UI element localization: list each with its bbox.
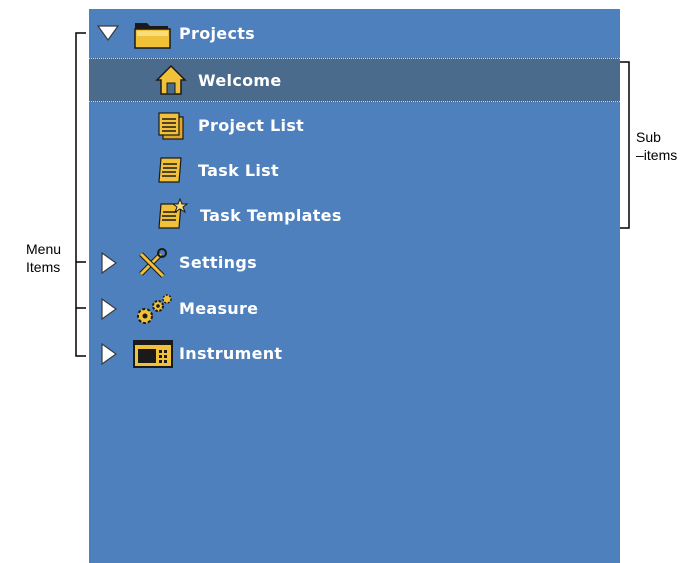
menu-item-projects-label: Projects <box>179 23 256 43</box>
subitem-task-list-label: Task List <box>198 160 279 180</box>
instrument-icon <box>133 340 173 368</box>
collapsed-triangle-icon[interactable] <box>101 252 117 274</box>
menu-items-annotation-line2: Items <box>26 259 61 275</box>
subitem-task-list[interactable]: Task List <box>89 148 620 192</box>
subitem-welcome[interactable]: Welcome <box>89 58 620 102</box>
expanded-triangle-icon[interactable] <box>97 25 119 41</box>
task-templates-icon <box>158 198 189 229</box>
tools-icon <box>139 248 167 278</box>
subitem-welcome-label: Welcome <box>198 70 282 90</box>
menu-item-instrument[interactable]: Instrument <box>89 331 620 375</box>
sub-items-annotation: Sub –items <box>636 128 677 164</box>
gears-icon <box>137 294 172 324</box>
subitem-project-list-label: Project List <box>198 115 305 135</box>
menu-item-measure[interactable]: Measure <box>89 286 620 330</box>
collapsed-triangle-icon[interactable] <box>101 298 117 320</box>
menu-item-projects[interactable]: Projects <box>89 11 620 55</box>
collapsed-triangle-icon[interactable] <box>101 343 117 365</box>
project-list-icon <box>158 112 184 140</box>
sub-items-annotation-line2: –items <box>636 147 678 163</box>
home-icon <box>155 64 187 95</box>
task-list-icon <box>158 157 182 183</box>
subitem-task-templates[interactable]: Task Templates <box>89 193 620 237</box>
subitem-task-templates-label: Task Templates <box>200 205 342 225</box>
menu-item-measure-label: Measure <box>179 298 259 318</box>
folder-icon <box>134 23 171 49</box>
menu-items-annotation-line1: Menu <box>26 241 62 257</box>
menu-item-settings[interactable]: Settings <box>89 240 620 284</box>
menu-item-instrument-label: Instrument <box>179 343 283 363</box>
menu-item-settings-label: Settings <box>179 252 257 272</box>
subitem-project-list[interactable]: Project List <box>89 103 620 147</box>
sub-items-annotation-line1: Sub <box>636 129 661 145</box>
navigation-tree-panel: Projects Welcome Project List Task List … <box>89 9 620 563</box>
menu-items-annotation: Menu Items <box>26 240 61 276</box>
